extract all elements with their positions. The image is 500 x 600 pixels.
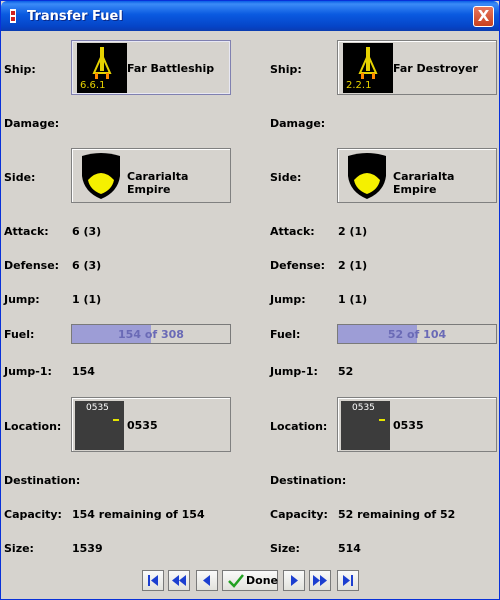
ship-marker-icon [379, 419, 385, 421]
jump-value-left: 1 (1) [72, 293, 102, 306]
defense-value-right: 2 (1) [338, 259, 368, 272]
capacity-label-right: Capacity: [270, 508, 328, 521]
side-button-left[interactable]: Cararialta Empire [71, 148, 231, 203]
jump-value-right: 1 (1) [338, 293, 368, 306]
location-name-right: 0535 [393, 419, 424, 432]
fast-forward-button[interactable] [309, 570, 331, 591]
checkmark-icon [228, 574, 244, 588]
size-label-left: Size: [4, 542, 34, 555]
location-button-right[interactable]: 0535 0535 [337, 397, 497, 452]
window-title: Transfer Fuel [27, 9, 123, 24]
back-button[interactable] [196, 570, 218, 591]
fuel-label-right: Fuel: [270, 328, 301, 341]
fuel-bar-left[interactable]: 154 of 308 [71, 324, 231, 344]
back-icon [203, 575, 210, 586]
jump-minus-1-label-right: Jump-1: [270, 365, 318, 378]
fast-back-icon [172, 575, 186, 586]
attack-value-left: 6 (3) [72, 225, 102, 238]
fuel-text-left: 154 of 308 [118, 328, 184, 341]
navigation-bar: Done [1, 567, 499, 595]
ship-button-left[interactable]: 6.6.1 Far Battleship [71, 40, 231, 95]
shield-icon [82, 153, 120, 199]
ship-label-left: Ship: [4, 63, 36, 76]
map-thumbnail-left: 0535 [75, 401, 124, 450]
jump-label-left: Jump: [4, 293, 40, 306]
ship-icon [92, 47, 112, 79]
ship-button-right[interactable]: 2.2.1 Far Destroyer [337, 40, 497, 95]
side-button-right[interactable]: Cararialta Empire [337, 148, 497, 203]
ship-code-left: 6.6.1 [80, 80, 106, 91]
title-bar[interactable]: Transfer Fuel X [1, 1, 499, 31]
close-button[interactable]: X [473, 6, 494, 27]
location-button-left[interactable]: 0535 0535 [71, 397, 231, 452]
attack-label-right: Attack: [270, 225, 315, 238]
map-code-right: 0535 [352, 403, 375, 413]
location-name-left: 0535 [127, 419, 158, 432]
ship-name-right: Far Destroyer [393, 62, 478, 75]
defense-label-right: Defense: [270, 259, 326, 272]
done-button[interactable]: Done [222, 570, 278, 591]
side-name-left: Cararialta Empire [127, 170, 189, 196]
jump-minus-1-label-left: Jump-1: [4, 365, 52, 378]
fast-forward-icon [313, 575, 327, 586]
side-label-left: Side: [4, 171, 36, 184]
jump-label-right: Jump: [270, 293, 306, 306]
last-icon [343, 575, 353, 586]
damage-label-left: Damage: [4, 117, 60, 130]
location-label-left: Location: [4, 420, 62, 433]
size-value-right: 514 [338, 542, 361, 555]
ship-name-left: Far Battleship [127, 62, 215, 75]
location-label-right: Location: [270, 420, 328, 433]
jump-minus-1-value-left: 154 [72, 365, 95, 378]
fuel-label-left: Fuel: [4, 328, 35, 341]
destination-label-right: Destination: [270, 474, 347, 487]
ship-image-right: 2.2.1 [343, 43, 393, 93]
jump-minus-1-value-right: 52 [338, 365, 354, 378]
defense-value-left: 6 (3) [72, 259, 102, 272]
transfer-fuel-window: Transfer Fuel X Ship: 6.6.1 Far Battlesh… [0, 0, 500, 600]
ship-icon [358, 47, 378, 79]
ship-code-right: 2.2.1 [346, 80, 372, 91]
shield-icon [348, 153, 386, 199]
destination-label-left: Destination: [4, 474, 81, 487]
attack-label-left: Attack: [4, 225, 49, 238]
damage-label-right: Damage: [270, 117, 326, 130]
close-icon: X [477, 7, 490, 25]
map-code-left: 0535 [86, 403, 109, 413]
map-thumbnail-right: 0535 [341, 401, 390, 450]
defense-label-left: Defense: [4, 259, 60, 272]
app-icon [10, 9, 16, 23]
fuel-bar-right[interactable]: 52 of 104 [337, 324, 497, 344]
size-label-right: Size: [270, 542, 300, 555]
capacity-label-left: Capacity: [4, 508, 62, 521]
ship-marker-icon [113, 419, 119, 421]
side-name-right: Cararialta Empire [393, 170, 455, 196]
forward-button[interactable] [283, 570, 305, 591]
ship-image-left: 6.6.1 [77, 43, 127, 93]
first-button[interactable] [142, 570, 164, 591]
done-label: Done [246, 574, 278, 587]
capacity-value-left: 154 remaining of 154 [72, 508, 205, 521]
fast-back-button[interactable] [168, 570, 190, 591]
forward-icon [291, 575, 298, 586]
ship-label-right: Ship: [270, 63, 302, 76]
last-button[interactable] [337, 570, 359, 591]
attack-value-right: 2 (1) [338, 225, 368, 238]
side-label-right: Side: [270, 171, 302, 184]
fuel-text-right: 52 of 104 [387, 328, 447, 341]
size-value-left: 1539 [72, 542, 103, 555]
first-icon [148, 575, 158, 586]
capacity-value-right: 52 remaining of 52 [338, 508, 456, 521]
